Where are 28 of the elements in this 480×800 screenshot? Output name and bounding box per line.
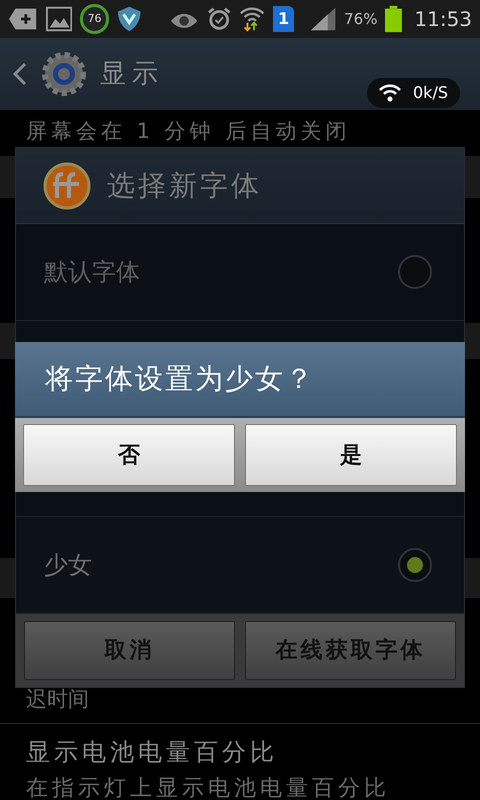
- dialog-title: 选择新字体: [107, 168, 262, 204]
- wifi-icon: [379, 84, 401, 102]
- confirm-message: 将字体设置为少女？: [45, 361, 315, 397]
- back-icon[interactable]: [12, 62, 28, 86]
- confirm-button[interactable]: 否: [23, 424, 235, 486]
- wifi-transfer-icon: [238, 5, 266, 33]
- shield-icon: [116, 5, 142, 33]
- radio-button[interactable]: [398, 548, 432, 582]
- battery-percent: 76%: [344, 8, 378, 30]
- confirm-button[interactable]: 是: [245, 424, 457, 486]
- setting-title: 显示电池电量百分比: [25, 737, 279, 768]
- ring-badge: 76: [80, 4, 109, 34]
- signal-icon: [310, 6, 336, 32]
- screen-title: 显示: [100, 58, 164, 90]
- dialog-button[interactable]: 在线获取字体: [245, 621, 456, 680]
- radio-button[interactable]: [398, 255, 432, 289]
- add-tag-icon: [8, 6, 38, 32]
- image-icon: [46, 6, 72, 32]
- gear-icon: [40, 50, 88, 98]
- font-app-icon: [43, 162, 91, 210]
- dialog-button[interactable]: 取消: [24, 621, 235, 680]
- speed-text: 0k/S: [413, 82, 448, 104]
- clock-time: 11:53: [414, 6, 472, 33]
- setting-description: 屏幕会在 1 分钟 后自动关闭: [25, 118, 352, 145]
- setting-description: 在指示灯上显示电池电量百分比: [25, 775, 391, 800]
- sim-badge: 1: [273, 6, 294, 32]
- battery-icon: [385, 5, 402, 33]
- alarm-clock-icon: [206, 6, 231, 32]
